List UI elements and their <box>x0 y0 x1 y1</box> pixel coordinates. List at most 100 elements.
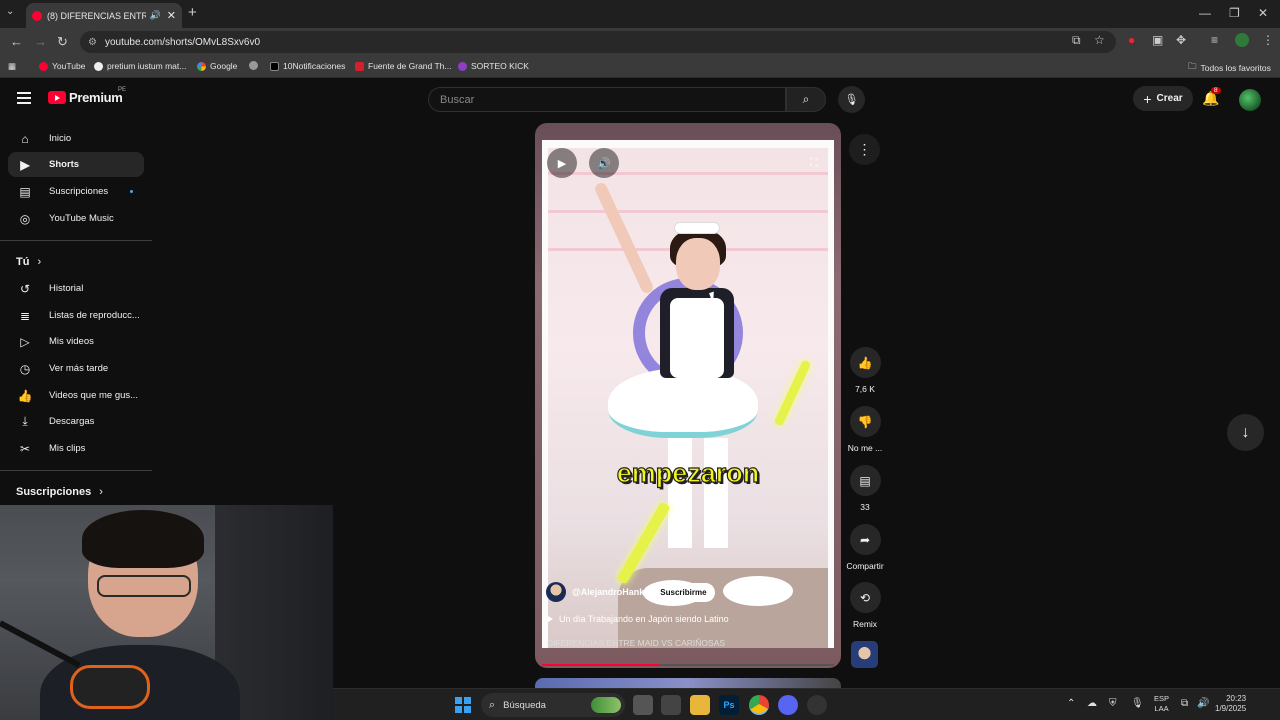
notifications-button[interactable]: 🔔 8 <box>1202 87 1221 107</box>
extension-record-icon[interactable]: ● <box>1128 33 1135 47</box>
obs-icon[interactable] <box>807 695 827 715</box>
windows-start-icon[interactable] <box>455 697 471 713</box>
subscribe-button[interactable]: Suscribirme <box>652 582 715 602</box>
tray-chevron-icon[interactable]: ⌃ <box>1067 698 1075 709</box>
taskbar-clock[interactable]: 20:23 1/9/2025 <box>1215 694 1246 714</box>
video-title-link[interactable]: Un día Trabajando en Japón siendo Latino <box>548 614 729 624</box>
folder-icon: 🗀 <box>1188 61 1197 71</box>
browser-menu-icon[interactable]: ⋮ <box>1262 33 1274 47</box>
comments-button[interactable]: ▤ 33 <box>842 465 888 512</box>
network-icon[interactable]: ⧉ <box>1181 698 1188 709</box>
share-button[interactable]: ➦ Compartir <box>842 524 888 571</box>
mic-icon: 🎙 <box>844 94 859 106</box>
restore-button[interactable]: ❐ <box>1229 6 1240 20</box>
play-button[interactable]: ▶ <box>547 148 577 178</box>
performer-legs <box>668 438 728 548</box>
menu-hamburger-icon[interactable] <box>17 92 31 107</box>
bookmark-pretium[interactable]: pretium iustum mat... <box>94 61 186 71</box>
browser-tab-active[interactable]: (8) DIFERENCIAS ENTRE MAI 🔊 ✕ <box>26 3 182 28</box>
extensions-puzzle-icon[interactable]: ✥ <box>1176 33 1186 47</box>
media-controls-icon[interactable]: ≡ <box>1211 33 1218 47</box>
tray-cloud-icon[interactable]: ☁ <box>1087 698 1097 709</box>
x-logo-icon <box>270 61 279 71</box>
file-explorer-icon[interactable] <box>690 695 710 715</box>
my-videos-icon: ▷ <box>20 334 30 349</box>
volume-tray-icon[interactable]: 🔊 <box>1197 698 1209 709</box>
performer-apron <box>670 298 724 378</box>
bookmark-star-icon[interactable]: ☆ <box>1094 33 1105 47</box>
sidebar-item-label: Listas de reproducc... <box>49 310 140 321</box>
youtube-premium-logo[interactable]: Premium PE <box>48 87 126 105</box>
remix-button[interactable]: ⟲ Remix <box>842 582 888 629</box>
photoshop-icon[interactable]: Ps <box>719 695 739 715</box>
sidebar-item-suscripciones[interactable]: ▤ Suscripciones <box>8 179 144 204</box>
app-icon[interactable] <box>661 695 681 715</box>
youtube-play-logo-icon <box>48 91 66 104</box>
all-bookmarks-folder[interactable]: 🗀 Todos los favoritos <box>1188 61 1271 75</box>
sound-source-avatar[interactable] <box>851 641 878 668</box>
next-short-button[interactable]: ↓ <box>1227 414 1264 451</box>
back-button[interactable]: ← <box>10 34 23 49</box>
taskbar-search[interactable]: ⌕ Búsqueda <box>481 693 625 717</box>
apps-grid-icon[interactable]: ▦ <box>8 61 16 72</box>
minimize-button[interactable]: — <box>1199 6 1211 20</box>
webcam-person-hair <box>82 510 204 568</box>
sidebar-item-youtube-music[interactable]: ◎ YouTube Music <box>8 206 144 231</box>
chrome-icon[interactable] <box>749 695 769 715</box>
dislike-button[interactable]: 👎 No me ... <box>842 406 888 453</box>
sidebar-item-inicio[interactable]: ⌂ Inicio <box>8 126 144 151</box>
bookmark-fuente[interactable]: Fuente de Grand Th... <box>355 61 451 71</box>
language-indicator[interactable]: ESP LAA <box>1154 694 1169 714</box>
sidebar-you-heading[interactable]: Tú › <box>16 256 41 268</box>
tab-audio-icon[interactable]: 🔊 <box>150 10 161 21</box>
bookmark-globe[interactable] <box>249 61 262 70</box>
sidebar-item-historial[interactable]: ↺ Historial <box>8 276 144 301</box>
search-input[interactable]: Buscar <box>428 87 786 112</box>
volume-button[interactable]: 🔊 <box>589 148 619 178</box>
like-button[interactable]: 👍 7,6 K <box>842 347 888 394</box>
discord-icon[interactable] <box>778 695 798 715</box>
more-options-button[interactable]: ⋮ <box>849 134 880 165</box>
profile-avatar-icon[interactable] <box>1235 33 1249 47</box>
sidebar-item-mis-videos[interactable]: ▷ Mis videos <box>8 329 144 354</box>
like-count: 7,6 K <box>855 384 875 394</box>
search-button[interactable]: ⌕ <box>786 87 826 112</box>
extension-icon[interactable]: ▣ <box>1152 33 1163 47</box>
create-button[interactable]: + Crear <box>1133 86 1193 111</box>
sidebar-item-mis-clips[interactable]: ✂ Mis clips <box>8 436 144 461</box>
sidebar-item-ver-mas-tarde[interactable]: ◷ Ver más tarde <box>8 356 144 381</box>
bookmark-sorteo[interactable]: SORTEO KICK <box>458 61 529 71</box>
install-app-icon[interactable]: ⧉ <box>1072 33 1081 48</box>
tray-mic-icon[interactable]: 🎙 <box>1131 698 1144 709</box>
bookmark-youtube[interactable]: YouTube <box>39 61 85 71</box>
close-window-button[interactable]: ✕ <box>1258 6 1268 20</box>
all-bookmarks-label: Todos los favoritos <box>1200 63 1271 73</box>
bookmarks-bar: ▦ YouTube pretium iustum mat... Google 1… <box>0 56 1280 78</box>
video-frame <box>548 148 828 648</box>
site-info-icon[interactable]: ⚙ <box>88 37 97 48</box>
tab-close-icon[interactable]: ✕ <box>167 9 176 22</box>
bookmark-google[interactable]: Google <box>197 61 237 71</box>
fullscreen-button[interactable]: ⛶ <box>799 148 829 178</box>
channel-name[interactable]: @AlejandroHank <box>572 587 644 597</box>
tab-search-chevron-icon[interactable]: ⌄ <box>6 6 14 17</box>
sidebar-item-videos-gustan[interactable]: 👍 Videos que me gus... <box>8 383 144 408</box>
sidebar-item-listas[interactable]: ≣ Listas de reproducc... <box>8 303 144 328</box>
sidebar-subs-heading[interactable]: Suscripciones › <box>16 486 103 498</box>
account-avatar[interactable] <box>1239 89 1261 111</box>
short-progress-bar[interactable] <box>542 664 834 666</box>
short-overlay-title: DIFERENCIAS ENTRE MAID VS CARIÑOSAS <box>547 638 726 648</box>
address-bar[interactable]: ⚙ youtube.com/shorts/OMvL8Sxv6v0 <box>80 31 1116 53</box>
tray-shield-icon[interactable]: ⛨ <box>1109 698 1117 709</box>
short-video[interactable]: empezaron ▶ 🔊 ⛶ @AlejandroHank Suscribir… <box>542 140 834 648</box>
channel-avatar[interactable] <box>546 582 566 602</box>
task-view-icon[interactable] <box>633 695 653 715</box>
sidebar-item-shorts[interactable]: ▶ Shorts <box>8 152 144 177</box>
new-tab-button[interactable]: + <box>188 4 197 21</box>
forward-button[interactable]: → <box>34 34 47 49</box>
sidebar-item-descargas[interactable]: ⤓ Descargas <box>8 409 144 434</box>
reload-button[interactable]: ↻ <box>57 34 68 50</box>
voice-search-button[interactable]: 🎙 <box>838 86 865 113</box>
wall-stripe <box>548 172 828 175</box>
bookmark-x[interactable]: 10Notificaciones <box>270 61 345 71</box>
